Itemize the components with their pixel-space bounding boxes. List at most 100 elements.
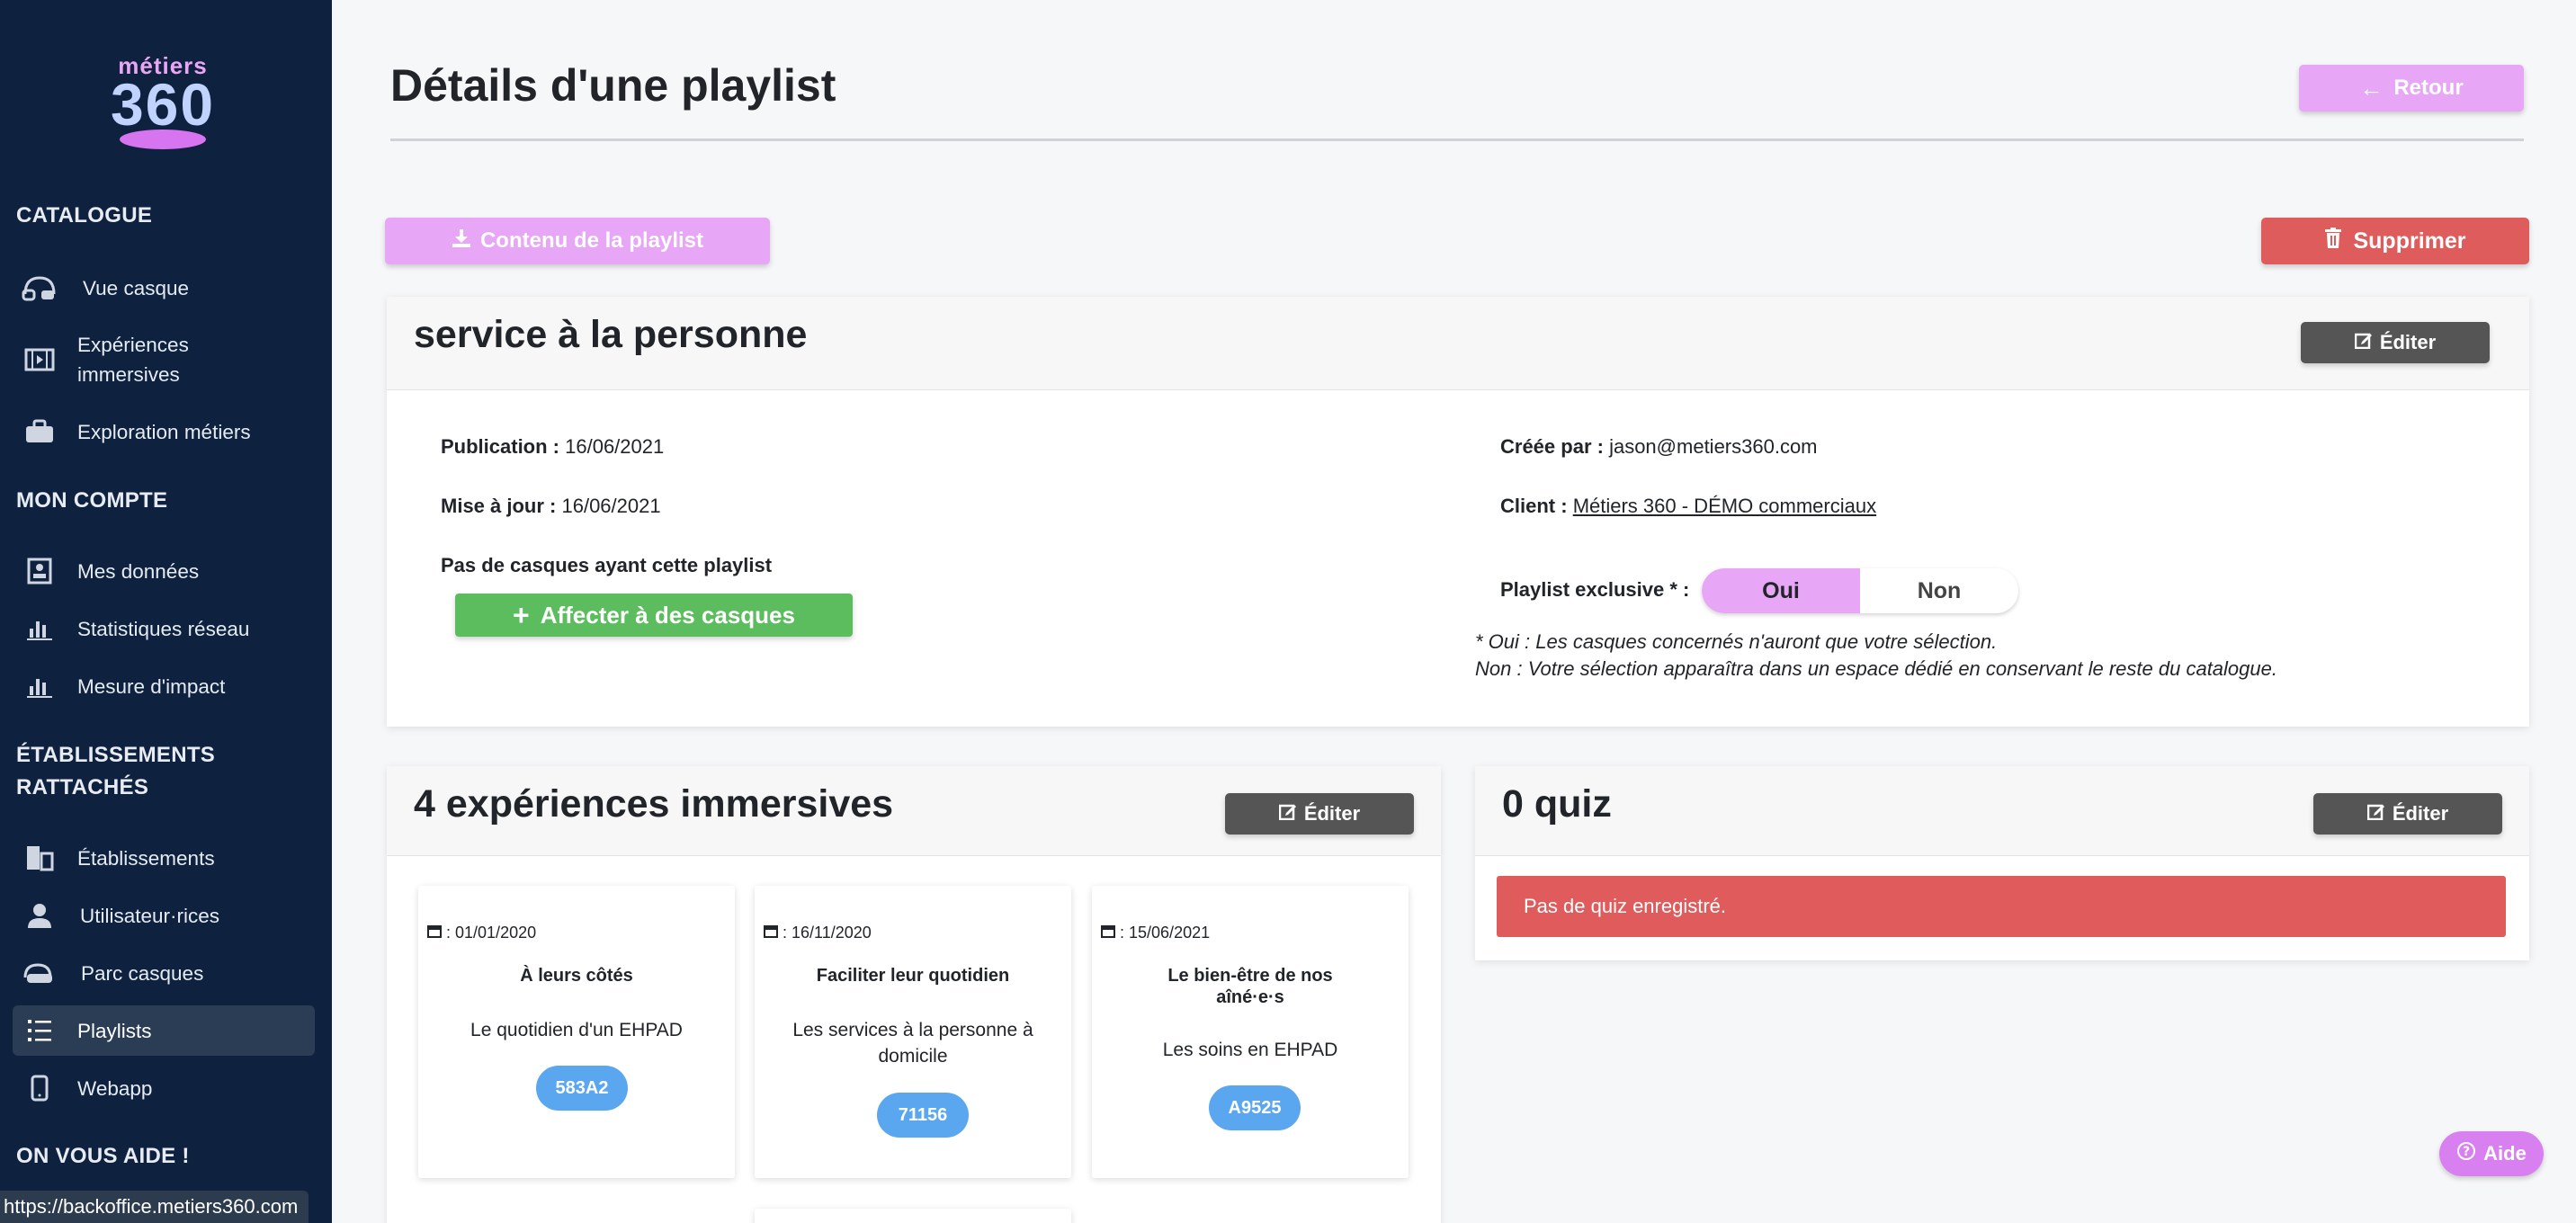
question-circle-icon: ? (2456, 1141, 2476, 1166)
supprimer-label: Supprimer (2353, 228, 2466, 254)
sidebar-item-vue-casque[interactable]: Vue casque (13, 263, 315, 313)
sidebar-item-playlists[interactable]: Playlists (13, 1005, 315, 1056)
publication-label: Publication : (441, 435, 559, 458)
exclusive-toggle[interactable]: Oui Non (1702, 568, 2018, 613)
casques-status: Pas de casques ayant cette playlist (441, 552, 772, 579)
creee-value: jason@metiers360.com (1609, 435, 1818, 458)
exclusive-note-non: Non : Votre sélection apparaîtra dans un… (1475, 657, 2277, 680)
sidebar-item-label: Webapp (77, 1076, 153, 1100)
logo-number: 360 (110, 71, 216, 138)
playlist-name: service à la personne (414, 313, 808, 356)
headset-icon (22, 272, 58, 304)
download-icon (452, 228, 471, 254)
sidebar-item-label: Statistiques réseau (77, 617, 250, 640)
affecter-casques-button[interactable]: + Affecter à des casques (455, 594, 853, 637)
edit-icon (2366, 802, 2385, 826)
affecter-label: Affecter à des casques (540, 601, 795, 629)
bar-chart-icon (22, 670, 58, 702)
client-info: Client : Métiers 360 - DÉMO commerciaux (1500, 493, 1876, 520)
sidebar-item-mesure[interactable]: Mesure d'impact (13, 661, 315, 711)
sidebar-item-label: Vue casque (83, 276, 190, 299)
experience-title: À leurs côtés (520, 966, 633, 986)
client-link[interactable]: Métiers 360 - DÉMO commerciaux (1573, 495, 1876, 517)
maj-info: Mise à jour : 16/06/2021 (441, 493, 661, 520)
experience-date: : 15/06/2021 (1101, 924, 1210, 942)
experience-subtitle: Le quotidien d'un EHPAD (470, 1020, 683, 1040)
calendar-icon (427, 924, 446, 942)
section-catalogue: CATALOGUE (16, 203, 153, 228)
metiers360-logo[interactable]: métiers 360 (85, 43, 240, 178)
experience-card[interactable]: : 15/06/2021 Le bien-être de nos aîné·e·… (1092, 886, 1409, 1178)
sidebar-item-mes-donnees[interactable]: Mes données (13, 546, 315, 596)
aide-button[interactable]: ? Aide (2439, 1131, 2544, 1176)
film-icon (22, 344, 58, 376)
sidebar-item-label: Parc casques (81, 961, 204, 985)
experience-title: Faciliter leur quotidien (816, 966, 1010, 986)
headsets-stack-icon (22, 957, 58, 989)
sidebar: métiers 360 CATALOGUE Vue casque Expérie… (0, 0, 332, 1223)
section-etablissements-line2: RATTACHÉS (16, 775, 149, 799)
sidebar-item-label: Exploration métiers (77, 420, 251, 443)
section-mon-compte: MON COMPTE (16, 488, 168, 513)
id-card-icon (22, 555, 58, 587)
user-icon (22, 899, 58, 932)
sidebar-item-exploration[interactable]: Exploration métiers (13, 406, 315, 457)
plus-icon: + (513, 599, 530, 631)
sidebar-item-label-line2: immersives (77, 363, 180, 386)
exclusive-note-oui: * Oui : Les casques concernés n'auront q… (1475, 630, 1998, 653)
edit-icon (2354, 331, 2373, 354)
edit-quiz-button[interactable]: Éditer (2313, 793, 2502, 835)
toggle-oui[interactable]: Oui (1702, 568, 1860, 613)
experience-code-badge: 583A2 (536, 1066, 628, 1111)
sidebar-item-etablissements[interactable]: Établissements (13, 833, 315, 883)
section-etablissements: ÉTABLISSEMENTS RATTACHÉS (16, 739, 215, 804)
logo-ring-icon (120, 129, 206, 149)
experience-card[interactable]: : 16/11/2020 Faciliter leur quotidien Le… (755, 886, 1071, 1178)
svg-text:?: ? (2463, 1145, 2470, 1159)
supprimer-button[interactable]: Supprimer (2261, 218, 2529, 264)
casques-status-text: Pas de casques ayant cette playlist (441, 554, 773, 576)
experience-date-text: : 16/11/2020 (783, 924, 872, 942)
experience-card-partial[interactable] (755, 1209, 1071, 1223)
sidebar-item-label: Établissements (77, 846, 215, 870)
edit-icon (1278, 802, 1297, 826)
experience-code-badge: 71156 (877, 1093, 969, 1138)
list-icon (22, 1014, 58, 1047)
toggle-non[interactable]: Non (1860, 568, 2018, 613)
retour-button[interactable]: ← Retour (2299, 65, 2524, 112)
contenu-playlist-button[interactable]: Contenu de la playlist (385, 218, 770, 264)
status-bar-url: https://backoffice.metiers360.com (0, 1191, 309, 1223)
creee-label: Créée par : (1500, 435, 1604, 458)
sidebar-item-parc[interactable]: Parc casques (13, 948, 315, 998)
edit-experiences-button[interactable]: Éditer (1225, 793, 1414, 835)
retour-label: Retour (2393, 76, 2464, 100)
mobile-icon (22, 1072, 58, 1104)
publication-info: Publication : 16/06/2021 (441, 433, 664, 460)
section-aide: ON VOUS AIDE ! (16, 1144, 190, 1168)
experience-date: : 16/11/2020 (764, 924, 872, 942)
sidebar-item-experiences[interactable]: Expériences immersives (13, 326, 315, 394)
calendar-icon (764, 924, 783, 942)
experience-card[interactable]: : 01/01/2020 À leurs côtés Le quotidien … (418, 886, 735, 1178)
edit-label: Éditer (1303, 802, 1361, 825)
sidebar-item-label: Playlists (77, 1019, 152, 1042)
sidebar-item-label: Mes données (77, 559, 200, 583)
sidebar-item-utilisateurs[interactable]: Utilisateur·rices (13, 890, 315, 941)
experience-date-text: : 15/06/2021 (1120, 924, 1211, 942)
edit-label: Éditer (2379, 331, 2437, 353)
edit-playlist-button[interactable]: Éditer (2301, 322, 2490, 363)
sidebar-item-statistiques[interactable]: Statistiques réseau (13, 603, 315, 654)
maj-label: Mise à jour : (441, 495, 557, 517)
trash-icon (2324, 227, 2342, 255)
sidebar-item-label: Mesure d'impact (77, 674, 226, 698)
experiences-title: 4 expériences immersives (414, 782, 894, 826)
aide-label: Aide (2483, 1142, 2527, 1165)
page-title: Détails d'une playlist (390, 60, 836, 111)
sidebar-item-webapp[interactable]: Webapp (13, 1063, 315, 1113)
experience-code-badge: A9525 (1209, 1085, 1301, 1130)
contenu-playlist-label: Contenu de la playlist (479, 228, 704, 253)
sidebar-item-label: Expériences immersives (77, 330, 189, 389)
quiz-empty-alert: Pas de quiz enregistré. (1497, 876, 2506, 937)
exclusive-info: Playlist exclusive * : (1500, 576, 1689, 603)
briefcase-icon (22, 415, 58, 448)
